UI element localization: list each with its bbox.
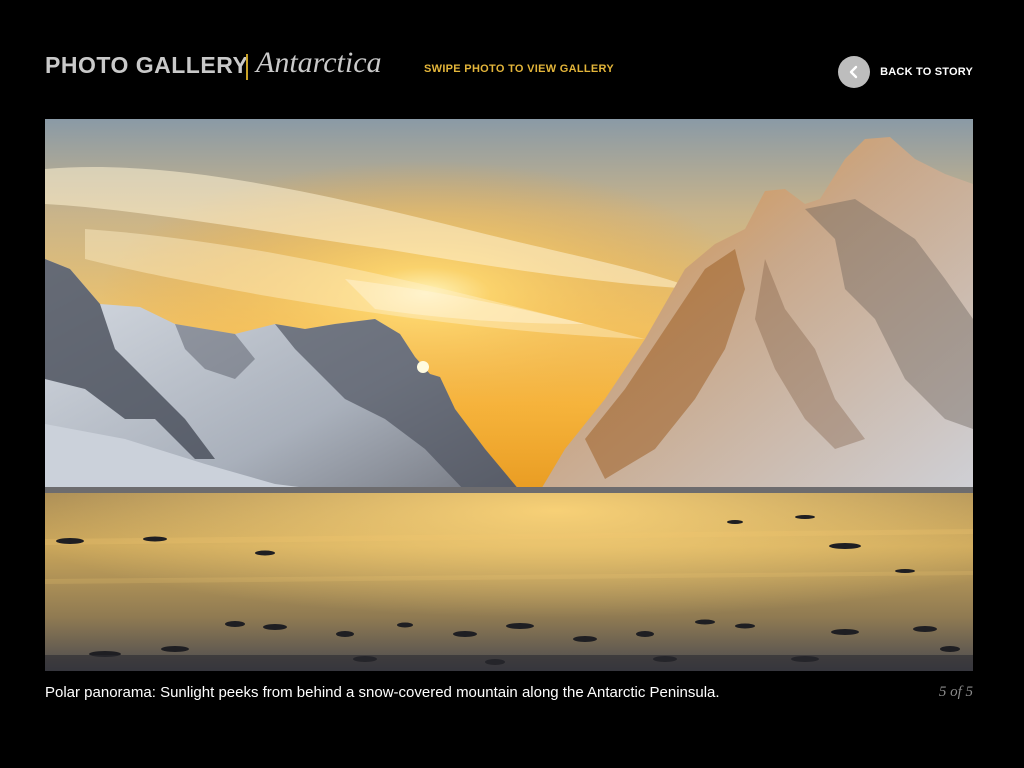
back-to-story-label[interactable]: BACK TO STORY [880,66,973,78]
back-to-story-button[interactable]: BACK TO STORY [838,56,973,88]
chevron-left-icon[interactable] [838,56,871,88]
gallery-header: PHOTO GALLERY Antarctica SWIPE PHOTO TO … [45,46,973,90]
title-divider [246,54,248,80]
photo-caption: Polar panorama: Sunlight peeks from behi… [45,684,720,701]
gallery-photo[interactable] [45,119,973,671]
photo-counter: 5 of 5 [938,684,973,700]
swipe-hint: SWIPE PHOTO TO VIEW GALLERY [424,63,615,75]
gallery-title: PHOTO GALLERY [45,52,249,78]
gallery-subtitle: Antarctica [256,46,382,79]
